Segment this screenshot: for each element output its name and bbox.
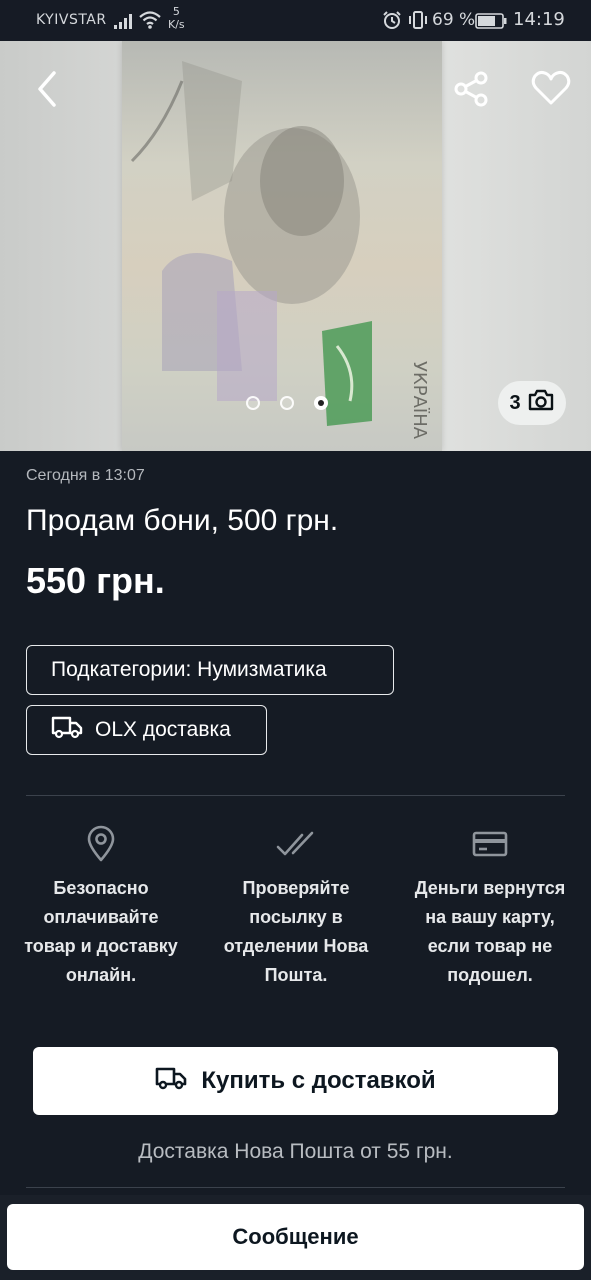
double-check-icon (211, 822, 381, 866)
photo-gallery[interactable]: УКРАЇНА 3 (0, 41, 591, 451)
status-bar: KYIVSTAR 5 K/s 69 % 14:19 (0, 0, 591, 41)
network-speed-unit: K/s (168, 18, 185, 31)
feature-text: Проверяйте посылку в отделении Нова Пошт… (223, 878, 369, 985)
bottom-action-bar: Сообщение (0, 1195, 591, 1280)
wifi-icon (138, 10, 162, 34)
feature-text: Безопасно оплачивайте товар и доставку о… (24, 878, 178, 985)
buy-button-label: Купить с доставкой (201, 1067, 436, 1094)
gallery-dot[interactable] (246, 396, 260, 410)
category-chip[interactable]: Подкатегории: Нумизматика (26, 645, 394, 695)
photo-counter[interactable]: 3 (498, 381, 566, 425)
credit-card-icon (405, 822, 575, 866)
location-pin-icon (16, 822, 186, 866)
favorite-button[interactable] (530, 67, 572, 109)
battery-icon (475, 13, 507, 33)
vibrate-icon (407, 10, 429, 34)
share-button[interactable] (452, 69, 492, 109)
gallery-dot-active[interactable] (314, 396, 328, 410)
feature-safe-payment: Безопасно оплачивайте товар и доставку о… (16, 822, 186, 990)
heart-icon (530, 70, 572, 113)
network-speed: 5 K/s (168, 5, 185, 31)
share-icon (452, 71, 492, 113)
back-button[interactable] (30, 69, 64, 109)
category-chip-label: Подкатегории: Нумизматика (51, 658, 327, 681)
camera-icon (527, 388, 555, 418)
chevron-left-icon (30, 71, 64, 113)
divider (26, 1187, 565, 1188)
listing-title: Продам бони, 500 грн. (26, 504, 339, 537)
listing-price: 550 грн. (26, 560, 165, 601)
message-button[interactable]: Сообщение (7, 1204, 584, 1270)
gallery-pagination (246, 396, 328, 410)
network-speed-value: 5 (172, 5, 180, 18)
buy-with-delivery-button[interactable]: Купить с доставкой (33, 1047, 558, 1115)
message-button-label: Сообщение (232, 1224, 359, 1249)
posted-date: Сегодня в 13:07 (26, 467, 145, 484)
feature-refund: Деньги вернутся на вашу карту, если това… (405, 822, 575, 990)
alarm-icon (382, 10, 402, 34)
truck-icon (155, 1065, 187, 1098)
listing-photo: УКРАЇНА (122, 41, 442, 451)
carrier-name: KYIVSTAR (36, 12, 107, 28)
svg-text:УКРАЇНА: УКРАЇНА (409, 361, 430, 440)
gallery-dot[interactable] (280, 396, 294, 410)
signal-icon (114, 13, 134, 33)
delivery-chip[interactable]: OLX доставка (26, 705, 267, 755)
delivery-chip-label: OLX доставка (95, 718, 231, 741)
battery-percent: 69 % (432, 10, 476, 30)
delivery-price-note: Доставка Нова Пошта от 55 грн. (138, 1140, 453, 1163)
divider (26, 795, 565, 796)
clock: 14:19 (513, 9, 565, 30)
feature-text: Деньги вернутся на вашу карту, если това… (414, 878, 566, 985)
truck-icon (51, 714, 83, 746)
feature-check-parcel: Проверяйте посылку в отделении Нова Пошт… (211, 822, 381, 990)
photo-count: 3 (509, 391, 521, 414)
